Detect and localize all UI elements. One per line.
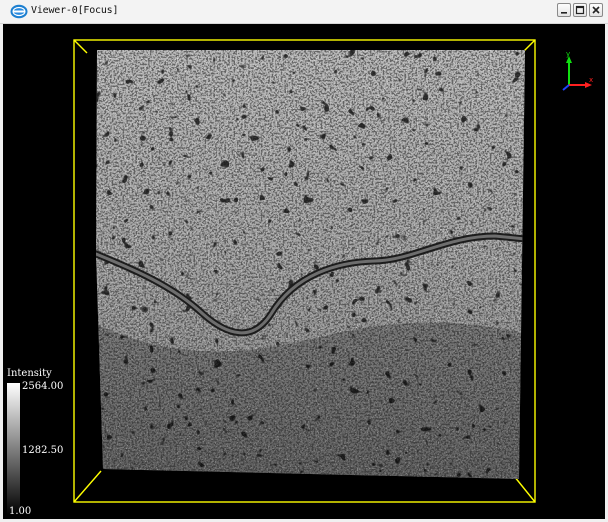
window-title: Viewer-0[Focus] <box>31 5 119 16</box>
point-cloud-scene[interactable] <box>3 24 605 519</box>
minimize-icon <box>561 12 567 14</box>
app-logo-icon <box>10 4 28 19</box>
legend-title: Intensity <box>7 368 52 379</box>
axis-y-label: y <box>566 50 571 58</box>
close-button[interactable] <box>589 3 603 17</box>
3d-viewport[interactable]: y x Intensity 2564.00 1282.50 1.00 <box>3 24 605 519</box>
maximize-button[interactable] <box>573 3 587 17</box>
intensity-colorbar <box>7 383 20 515</box>
viewer-window: Viewer-0[Focus] y x Intensity 2564.00 12… <box>0 0 608 522</box>
legend-min-label: 1.00 <box>9 506 32 517</box>
close-icon <box>592 6 600 14</box>
axis-x-label: x <box>589 76 594 84</box>
legend-mid-label: 1282.50 <box>22 445 64 456</box>
legend-max-label: 2564.00 <box>22 381 64 392</box>
point-cloud <box>96 50 525 479</box>
maximize-icon <box>575 5 585 15</box>
minimize-button[interactable] <box>557 3 571 17</box>
orientation-axes <box>562 56 592 91</box>
title-bar[interactable]: Viewer-0[Focus] <box>0 0 608 24</box>
